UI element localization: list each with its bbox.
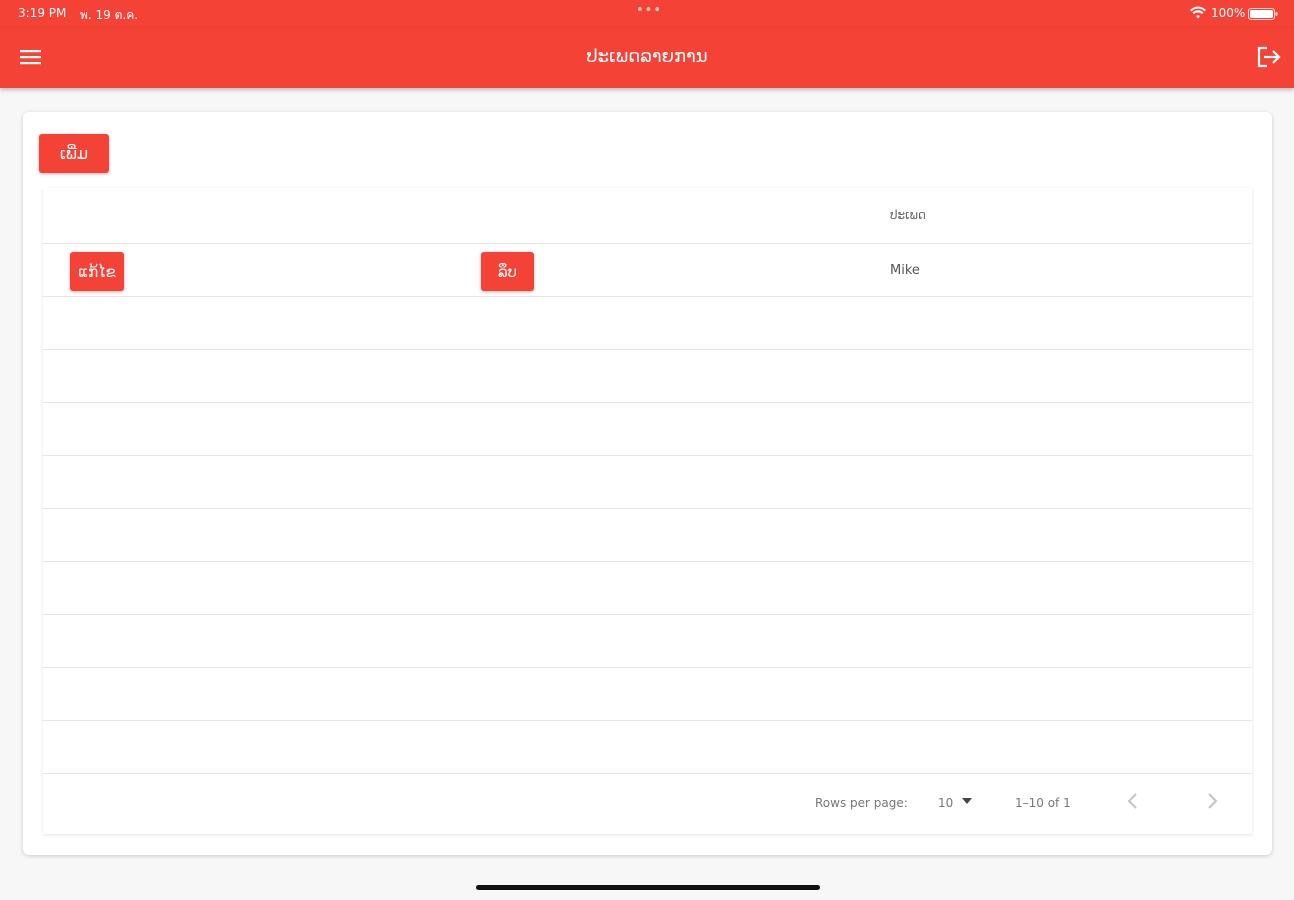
cell-name: Mike [890,263,920,278]
caret-down-icon[interactable] [962,797,972,805]
table-row: ແກ້ໄຂ ລຶບ Mike [43,244,1252,297]
content-card: ເພີ່ມ ປະເພດ ແກ້ໄຂ ລຶບ Mike Rows per page… [23,112,1272,855]
empty-row [43,297,1252,350]
table-pagination: Rows per page: 10 1–10 of 1 [43,773,1252,834]
empty-row [43,615,1252,668]
pagination-range: 1–10 of 1 [1015,796,1071,810]
chevron-right-icon[interactable] [1202,789,1222,813]
data-table: ປະເພດ ແກ້ໄຂ ລຶບ Mike Rows per page: 10 1… [43,188,1252,834]
wifi-icon [1190,6,1206,19]
status-date: พ. 19 ต.ค. [80,8,139,22]
empty-row [43,668,1252,721]
battery-icon [1248,8,1278,20]
status-time: 3:19 PM [18,6,67,20]
multitasking-dots[interactable]: ••• [636,3,662,18]
rows-per-page-label: Rows per page: [815,796,908,810]
logout-icon[interactable] [1256,45,1282,69]
home-indicator[interactable] [476,885,820,890]
empty-row [43,721,1252,774]
column-header-name[interactable]: ປະເພດ [890,208,926,222]
status-bar: 3:19 PM พ. 19 ต.ค. ••• 100% [0,0,1294,28]
empty-row [43,350,1252,403]
rows-per-page-select[interactable]: 10 [938,796,953,810]
empty-row [43,456,1252,509]
table-header: ປະເພດ [43,188,1252,244]
delete-button[interactable]: ລຶບ [481,252,534,291]
app-bar: ປະເພດລາຍການ [0,28,1294,88]
add-button[interactable]: ເພີ່ມ [39,134,109,173]
empty-row [43,562,1252,615]
edit-button[interactable]: ແກ້ໄຂ [70,252,124,291]
chevron-left-icon[interactable] [1123,789,1143,813]
page-title: ປະເພດລາຍການ [586,46,708,67]
empty-row [43,403,1252,456]
empty-row [43,509,1252,562]
battery-percentage: 100% [1211,6,1246,20]
